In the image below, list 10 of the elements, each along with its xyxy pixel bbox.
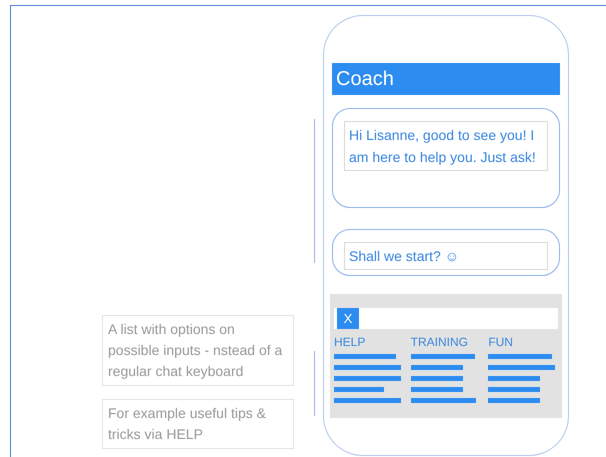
annotation-note: A list with options on possible inputs - nstead of a regular chat keyboard — [102, 315, 294, 386]
chat-message: Shall we start? ☺ — [344, 242, 548, 270]
annotation-note: For example useful tips & tricks via HELP — [102, 399, 294, 449]
close-button[interactable]: X — [337, 308, 359, 329]
app-header: Coach — [332, 63, 560, 95]
input-field[interactable]: X — [334, 308, 558, 329]
chat-message: Hi Lisanne, good to see you! I am here to help you. Just ask! — [344, 121, 548, 171]
option-tab[interactable]: FUN — [488, 334, 558, 350]
option-tab[interactable]: TRAINING — [410, 334, 488, 350]
option-tab[interactable]: HELP — [334, 334, 411, 350]
